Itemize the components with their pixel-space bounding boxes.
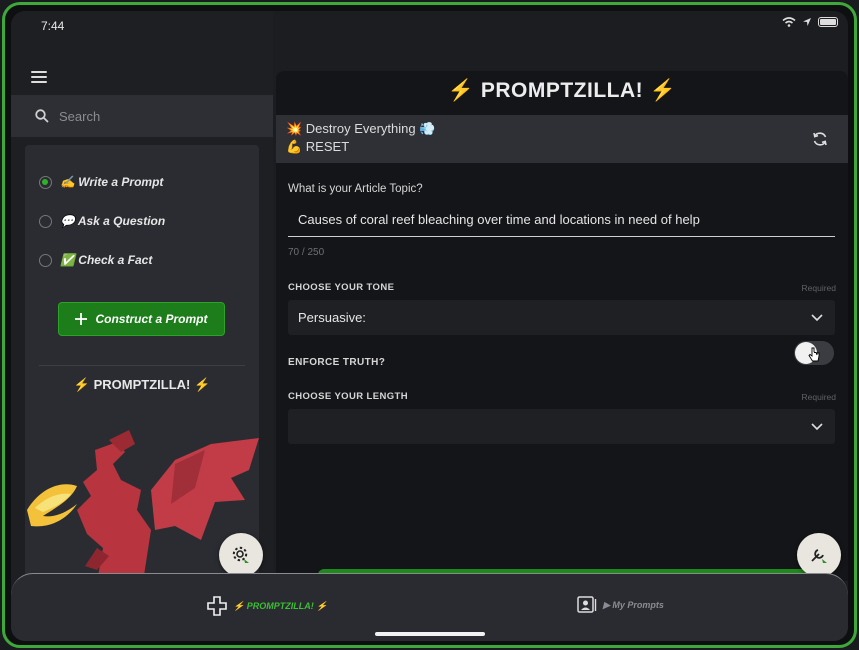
construct-label: Construct a Prompt xyxy=(95,312,208,326)
search-bar[interactable]: Search xyxy=(11,95,273,137)
reset-button[interactable]: 💪 RESET xyxy=(286,139,349,155)
main-panel: ⚡ PROMPTZILLA! ⚡ 💥 Destroy Everything 💨 … xyxy=(276,71,848,581)
tab-promptzilla-label: ⚡ PROMPTZILLA! ⚡ xyxy=(233,600,328,611)
character-counter: 70 / 250 xyxy=(288,247,325,258)
main-brand: ⚡ PROMPTZILLA! ⚡ xyxy=(447,79,677,102)
pointer-cursor-icon xyxy=(808,347,820,362)
option-write-prompt[interactable]: ✍ Write a Prompt xyxy=(39,175,163,189)
prompt-type-card: ✍ Write a Prompt 💬 Ask a Question ✅ Chec… xyxy=(25,145,259,581)
plus-icon xyxy=(75,313,88,325)
battery-icon xyxy=(818,17,838,27)
tone-select[interactable]: Persuasive: xyxy=(288,300,835,335)
location-icon xyxy=(803,18,811,26)
settings-button[interactable] xyxy=(219,533,263,577)
radio-button[interactable] xyxy=(39,253,52,267)
gear-icon xyxy=(232,546,249,563)
topic-label: What is your Article Topic? xyxy=(288,183,423,195)
search-input[interactable]: Search xyxy=(59,109,100,124)
wifi-icon xyxy=(782,17,796,27)
tone-required: Required xyxy=(801,283,837,293)
tab-my-prompts[interactable]: ▶ My Prompts xyxy=(577,596,664,614)
status-icons xyxy=(782,17,838,27)
topic-input[interactable]: Causes of coral reef bleaching over time… xyxy=(288,203,835,237)
tab-my-prompts-label: ▶ My Prompts xyxy=(603,599,664,610)
tone-value: Persuasive: xyxy=(298,310,366,325)
action-bar: 💥 Destroy Everything 💨 💪 RESET xyxy=(276,115,848,163)
enforce-truth-label: ENFORCE TRUTH? xyxy=(288,357,386,368)
wrench-icon xyxy=(811,549,827,563)
device-frame: 7:44 Search ✍ Write a Prompt 💬 Ask a Que… xyxy=(2,2,857,648)
tone-label: CHOOSE YOUR TONE xyxy=(288,282,395,293)
home-indicator xyxy=(375,632,485,636)
option-label: ✍ Write a Prompt xyxy=(60,175,164,189)
tab-bar: ⚡ PROMPTZILLA! ⚡ ▶ My Prompts xyxy=(11,573,848,641)
plus-outline-icon xyxy=(207,596,227,616)
radio-button[interactable] xyxy=(39,175,52,189)
length-label: CHOOSE YOUR LENGTH xyxy=(288,391,408,402)
refresh-icon[interactable] xyxy=(812,131,828,147)
length-select[interactable] xyxy=(288,409,835,444)
option-ask-question[interactable]: 💬 Ask a Question xyxy=(39,214,165,228)
enforce-truth-toggle[interactable] xyxy=(794,341,834,365)
sidebar-brand: ⚡ PROMPTZILLA! ⚡ xyxy=(73,377,211,392)
chevron-down-icon xyxy=(811,313,823,321)
destroy-everything-button[interactable]: 💥 Destroy Everything 💨 xyxy=(286,121,435,137)
radio-button[interactable] xyxy=(39,214,52,228)
search-icon xyxy=(35,109,49,123)
construct-prompt-button[interactable]: Construct a Prompt xyxy=(58,302,225,336)
status-time: 7:44 xyxy=(41,19,65,33)
chevron-down-icon xyxy=(811,422,823,430)
contact-card-icon xyxy=(577,596,597,613)
option-label: 💬 Ask a Question xyxy=(60,214,166,228)
option-label: ✅ Check a Fact xyxy=(60,253,153,267)
divider xyxy=(39,365,245,366)
menu-icon[interactable] xyxy=(31,71,47,83)
app-screen: 7:44 Search ✍ Write a Prompt 💬 Ask a Que… xyxy=(11,11,848,641)
tab-promptzilla[interactable]: ⚡ PROMPTZILLA! ⚡ xyxy=(207,596,327,616)
length-required: Required xyxy=(801,392,837,402)
tools-button[interactable] xyxy=(797,533,841,577)
option-check-fact[interactable]: ✅ Check a Fact xyxy=(39,253,152,267)
sidebar: 7:44 Search ✍ Write a Prompt 💬 Ask a Que… xyxy=(11,11,273,641)
